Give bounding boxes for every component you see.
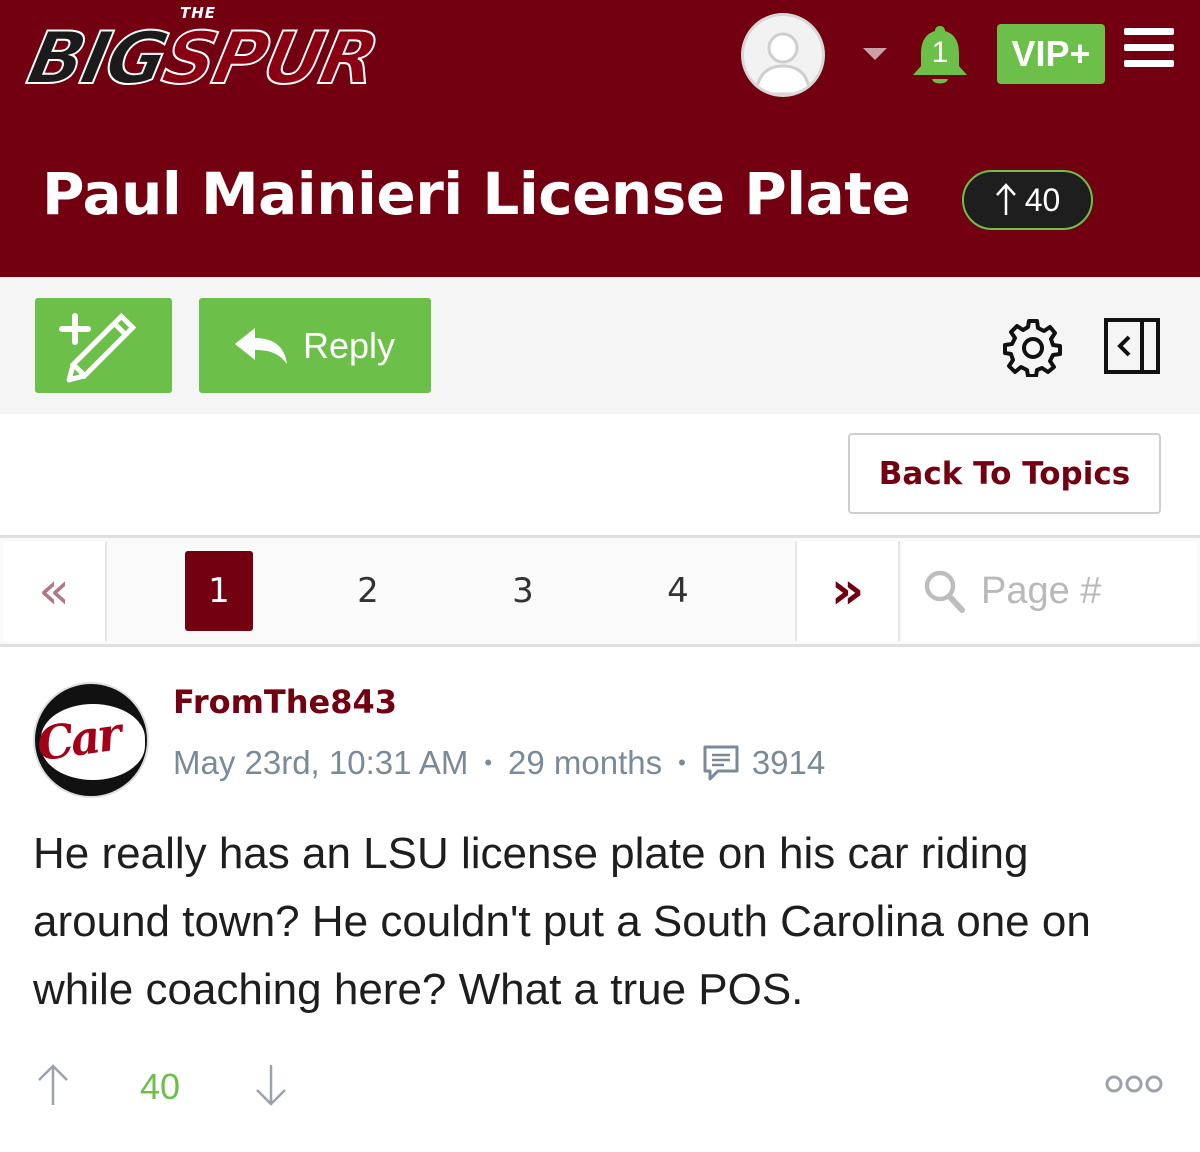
post-count: 3914 [751, 744, 826, 781]
avatar-logo-mark: Car [33, 706, 123, 772]
reply-label: Reply [303, 324, 396, 366]
post-meta: May 23rd, 10:31 AM • 29 months • 3914 [173, 744, 825, 782]
post-body: He really has an LSU license plate on hi… [33, 829, 1091, 1014]
user-menu-caret-icon[interactable] [862, 46, 888, 62]
logo-big: BIG [20, 15, 175, 101]
comment-icon [703, 745, 739, 781]
reply-button[interactable]: Reply [199, 298, 431, 393]
logo-spur: SPUR [155, 15, 385, 101]
member-duration: 29 months [508, 744, 663, 781]
topic-score-badge[interactable]: 40 [962, 170, 1093, 230]
pagination-bar: « 1 2 3 4 » [0, 535, 1200, 647]
page-1-button[interactable]: 1 [185, 551, 253, 631]
page-2-button[interactable]: 2 [334, 551, 402, 631]
new-post-pencil-icon [59, 312, 137, 383]
hamburger-menu-icon[interactable] [1124, 28, 1174, 72]
notifications-button[interactable]: 1 [908, 22, 972, 88]
topic-score-value: 40 [1024, 181, 1061, 218]
more-options-icon[interactable] [1105, 1074, 1163, 1094]
search-icon [924, 570, 965, 613]
page-4-button[interactable]: 4 [644, 551, 712, 631]
topic-toolbar: Reply [0, 277, 1200, 414]
user-silhouette-icon [754, 32, 812, 94]
site-header: THE BIGSPUR 1 VIP+ Paul Mainieri License… [0, 0, 1200, 277]
post-score: 40 [140, 1066, 181, 1107]
next-page-button[interactable]: » [795, 541, 900, 641]
reply-arrow-icon [235, 327, 287, 364]
first-page-button[interactable]: « [3, 541, 107, 641]
poster-avatar[interactable]: Car [33, 682, 149, 798]
arrow-up-icon [995, 183, 1016, 215]
notification-count: 1 [931, 36, 949, 69]
site-logo[interactable]: THE BIGSPUR [20, 2, 510, 107]
page-jump-field [903, 541, 1197, 641]
collapse-panel-icon[interactable] [1103, 317, 1161, 375]
separator-dot: • [484, 750, 493, 775]
logo-wordmark: BIGSPUR [20, 15, 385, 101]
vip-button[interactable]: VIP+ [997, 24, 1105, 84]
back-to-topics-button[interactable]: Back To Topics [848, 433, 1161, 514]
new-post-button[interactable] [35, 298, 172, 393]
page-title: Paul Mainieri License Plate [42, 160, 911, 228]
page-3-button[interactable]: 3 [489, 551, 557, 631]
separator-dot: • [678, 750, 686, 775]
poster-username[interactable]: FromThe843 [173, 683, 397, 721]
gear-icon[interactable] [1003, 317, 1063, 378]
downvote-arrow-icon[interactable] [254, 1063, 288, 1107]
user-avatar-button[interactable] [741, 13, 825, 97]
upvote-arrow-icon[interactable] [36, 1063, 70, 1107]
page-number-input[interactable] [981, 569, 1181, 613]
post-timestamp: May 23rd, 10:31 AM [173, 744, 469, 781]
